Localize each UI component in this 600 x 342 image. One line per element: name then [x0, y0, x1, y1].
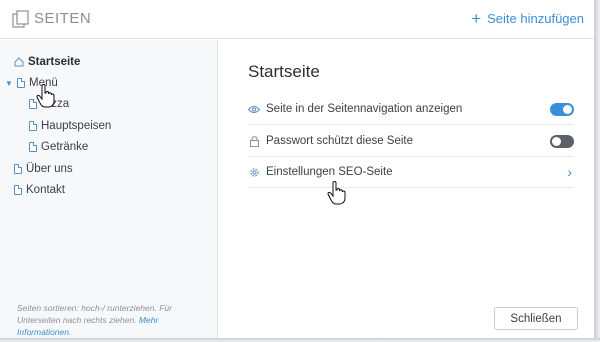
setting-password-protect[interactable]: Passwort schützt diese Seite [248, 126, 574, 157]
eye-icon [248, 103, 260, 115]
window-shadow-bottom [0, 338, 600, 342]
sidebar-item-getraenke[interactable]: Getränke [29, 141, 88, 153]
toggle-knob [552, 136, 561, 146]
pages-icon [12, 10, 29, 28]
close-button[interactable]: Schließen [494, 307, 578, 330]
hand-cursor-icon [36, 84, 55, 108]
password-toggle[interactable] [550, 134, 574, 148]
sidebar-item-label: Hauptspeisen [41, 120, 112, 132]
navigation-toggle[interactable] [550, 102, 574, 116]
caret-down-icon[interactable]: ▼ [5, 79, 13, 88]
page-icon [14, 185, 22, 195]
sidebar-item-label: Über uns [26, 163, 73, 175]
dialog-header: SEITEN + Seite hinzufügen [0, 0, 594, 39]
sidebar-help-text: Seiten sortieren: hoch-/ runterziehen. F… [17, 302, 207, 338]
sidebar-item-label: Getränke [41, 141, 89, 153]
page-settings-panel: Startseite Seite in der Seitennavigation… [219, 40, 594, 338]
page-icon [17, 78, 25, 88]
dialog-title: SEITEN [34, 10, 92, 27]
sidebar-item-startseite[interactable]: Startseite [14, 56, 80, 68]
page-icon [29, 142, 37, 152]
sidebar-item-ueber-uns[interactable]: Über uns [14, 163, 73, 175]
page-icon [14, 164, 22, 174]
sidebar-item-hauptspeisen[interactable]: Hauptspeisen [29, 120, 111, 132]
plus-icon: + [471, 9, 482, 28]
setting-label: Einstellungen SEO-Seite [266, 166, 393, 178]
window-shadow-right [594, 0, 600, 342]
page-icon [29, 121, 37, 131]
setting-label: Passwort schützt diese Seite [266, 135, 414, 147]
add-page-label: Seite hinzufügen [487, 11, 584, 26]
page-tree-sidebar: Startseite ▼ Menü Pizza Hauptspeisen Get… [0, 40, 218, 338]
gear-icon [248, 166, 260, 178]
pages-dialog: SEITEN + Seite hinzufügen Startseite ▼ M… [0, 0, 600, 342]
setting-label: Seite in der Seitennavigation anzeigen [266, 103, 463, 115]
toggle-knob [563, 104, 572, 114]
sidebar-item-label: Kontakt [26, 184, 65, 196]
setting-seo[interactable]: Einstellungen SEO-Seite › [248, 157, 574, 188]
sidebar-item-label: Startseite [28, 56, 81, 68]
page-title: Startseite [248, 62, 320, 81]
hand-cursor-icon [327, 181, 346, 205]
chevron-right-icon[interactable]: › [567, 164, 572, 180]
home-icon [14, 57, 24, 67]
lock-icon [248, 135, 260, 147]
sidebar-item-kontakt[interactable]: Kontakt [14, 184, 65, 196]
setting-show-in-navigation[interactable]: Seite in der Seitennavigation anzeigen [248, 94, 574, 125]
add-page-button[interactable]: + Seite hinzufügen [471, 9, 584, 28]
